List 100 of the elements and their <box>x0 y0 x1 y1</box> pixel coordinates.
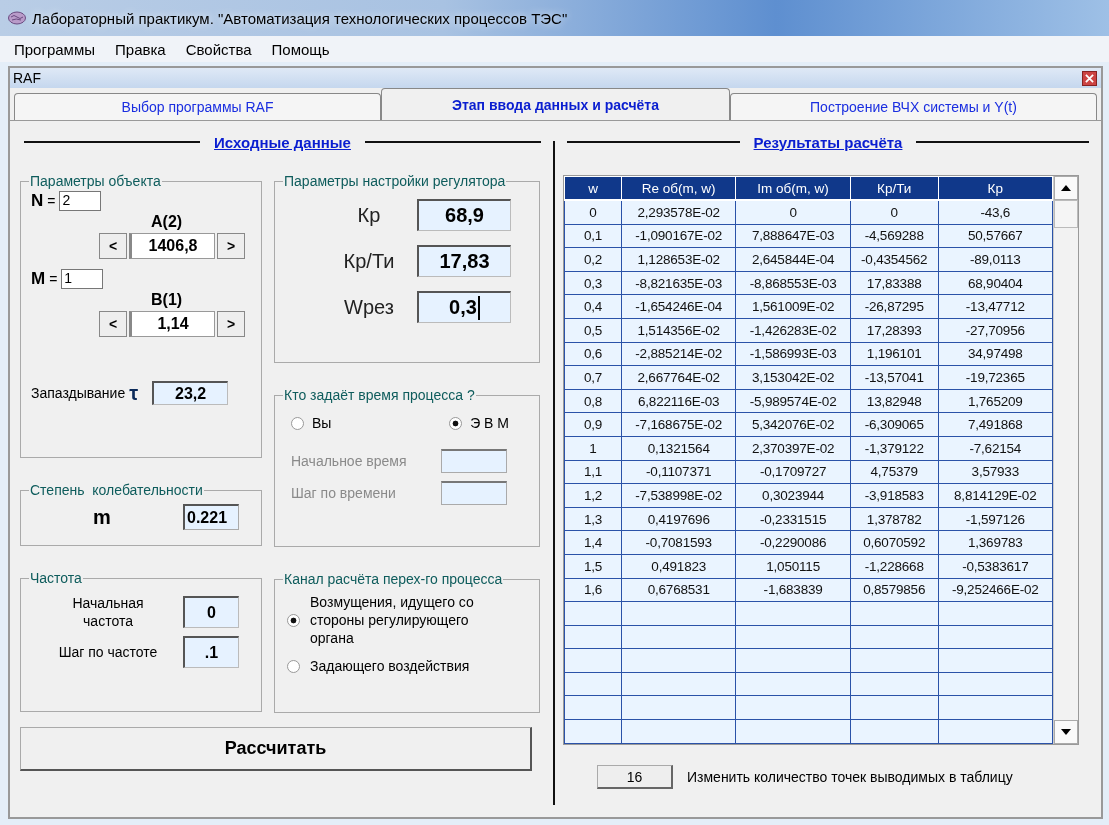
points-label: Изменить количество точек выводимых в таблицу <box>687 769 1013 785</box>
radio-indicator[interactable] <box>287 659 300 673</box>
section-heading: Результаты расчёта <box>753 133 903 151</box>
table-cell: -0,5383617 <box>938 554 1053 578</box>
table-cell: -43,6 <box>938 200 1053 225</box>
menu-item[interactable]: Свойства <box>185 40 252 58</box>
table-cell: 5,342076E-02 <box>735 412 851 437</box>
table-cell: -1,586993E-03 <box>735 342 851 366</box>
table-cell: 0,9 <box>564 412 622 437</box>
input-field[interactable]: 0.221 <box>183 504 239 530</box>
table-cell: -1,426283E-02 <box>735 318 851 343</box>
table-cell: -7,538998E-02 <box>621 483 736 508</box>
input-field[interactable]: 23,2 <box>152 381 229 405</box>
decrement-button[interactable]: < <box>99 311 127 337</box>
group-title: Степень колебательности <box>29 482 204 498</box>
value-field[interactable]: 1,14 <box>129 311 215 337</box>
table-cell: 0 <box>850 200 939 225</box>
radio-button[interactable]: Возмущения, идущего со стороны регулирующего органа <box>285 589 529 653</box>
table-cell: -5,989574E-02 <box>735 389 851 413</box>
table-cell: -0,7081593 <box>621 530 736 555</box>
input-field[interactable]: 2 <box>59 191 102 211</box>
input-field[interactable] <box>441 449 507 473</box>
increment-button[interactable]: > <box>217 233 245 259</box>
group-title: Кто задаёт время процесса ? <box>283 387 476 403</box>
radio-indicator[interactable] <box>449 416 463 430</box>
table-cell: -13,47712 <box>938 294 1053 319</box>
table-cell: -1,090167E-02 <box>621 224 736 248</box>
input-field[interactable]: 68,9 <box>417 199 511 231</box>
radio-button[interactable]: Задающего воздействия <box>285 653 529 681</box>
table-cell: 0,3023944 <box>735 483 851 508</box>
table-cell: 1 <box>564 436 622 461</box>
parameter-label: m <box>93 505 111 529</box>
table-cell: 1,369783 <box>938 530 1053 555</box>
menu-item[interactable]: Помощь <box>271 40 330 58</box>
radio-button[interactable]: Вы <box>291 415 332 431</box>
points-count-button[interactable]: 16 <box>597 765 673 789</box>
tab[interactable]: Выбор программы RAF <box>14 93 382 120</box>
radio-button[interactable]: Э В М <box>449 415 509 431</box>
table-cell: -0,2331515 <box>735 507 851 531</box>
increment-button[interactable]: > <box>217 311 245 337</box>
child-window-title: RAF <box>13 70 41 86</box>
table-cell: 7,888647E-03 <box>735 224 851 248</box>
scroll-down-icon[interactable] <box>1054 720 1078 744</box>
table-cell: 68,90404 <box>938 271 1053 295</box>
tab[interactable]: Этап ввода данных и расчёта <box>381 88 730 120</box>
input-field[interactable]: 1 <box>61 269 104 289</box>
table-cell: 1,1 <box>564 460 622 484</box>
window-title: Лабораторный практикум. "Автоматизация технологических процессов ТЭС" <box>32 9 568 27</box>
brain-icon <box>8 11 26 25</box>
table-cell: 34,97498 <box>938 342 1053 366</box>
calculate-button[interactable]: Рассчитать <box>20 727 532 771</box>
table-cell: -8,868553E-03 <box>735 271 851 295</box>
table-cell: 1,2 <box>564 483 622 508</box>
group-title: Параметры настройки регулятора <box>283 173 507 189</box>
table-cell: -19,72365 <box>938 365 1053 390</box>
column-header: w <box>564 176 622 200</box>
field-label: Начальная частота <box>71 594 145 630</box>
decrement-button[interactable]: < <box>99 233 127 259</box>
coefficient-label: A(2) <box>151 213 184 231</box>
group-title: Частота <box>29 570 83 586</box>
radio-indicator[interactable] <box>287 613 300 627</box>
tab[interactable]: Построение ВЧХ системы и Y(t) <box>729 93 1097 120</box>
table-cell: 3,57933 <box>938 460 1053 484</box>
table-cell: 1,4 <box>564 530 622 555</box>
close-icon[interactable] <box>1082 70 1097 86</box>
input-field[interactable]: 0 <box>183 596 239 628</box>
table-cell: -1,597126 <box>938 507 1053 531</box>
column-header: Re об(m, w) <box>621 176 736 200</box>
tau-symbol: τ <box>129 381 139 405</box>
group-title: Канал расчёта перех-го процесса <box>283 571 504 587</box>
input-field[interactable] <box>441 481 507 505</box>
radio-indicator[interactable] <box>291 416 304 430</box>
scroll-thumb[interactable] <box>1054 200 1078 228</box>
scroll-up-icon[interactable] <box>1054 176 1078 200</box>
input-field[interactable]: 0,3 <box>417 291 511 323</box>
table-cell: -0,1709727 <box>735 460 851 484</box>
equals-sign: = <box>47 193 56 209</box>
table-cell: 0,4197696 <box>621 507 736 531</box>
field-label: Шаг по времени <box>291 485 396 501</box>
value-field[interactable]: 1406,8 <box>129 233 215 259</box>
table-cell: -0,2290086 <box>735 530 851 555</box>
table-cell: -27,70956 <box>938 318 1053 343</box>
table-cell: 0,6768531 <box>621 578 736 602</box>
coefficient-label: B(1) <box>151 291 184 309</box>
table-cell: -8,821635E-03 <box>621 271 736 295</box>
table-cell: 2,667764E-02 <box>621 365 736 390</box>
menu-item[interactable]: Программы <box>14 40 96 58</box>
table-cell: 8,814129E-02 <box>938 483 1053 508</box>
table-cell: 0,8 <box>564 389 622 413</box>
table-cell: -1,683839 <box>735 578 851 602</box>
table-cell: 0 <box>564 200 622 225</box>
scrollbar[interactable] <box>1053 176 1078 744</box>
field-label: Wрез <box>343 295 395 319</box>
section-heading: Исходные данные <box>214 133 351 151</box>
table-cell: 0 <box>735 200 851 225</box>
input-field[interactable]: .1 <box>183 636 239 668</box>
menu-item[interactable]: Правка <box>115 40 166 58</box>
equals-sign: = <box>49 271 58 287</box>
input-field[interactable]: 17,83 <box>417 245 511 277</box>
table-cell: 0,491823 <box>621 554 736 578</box>
